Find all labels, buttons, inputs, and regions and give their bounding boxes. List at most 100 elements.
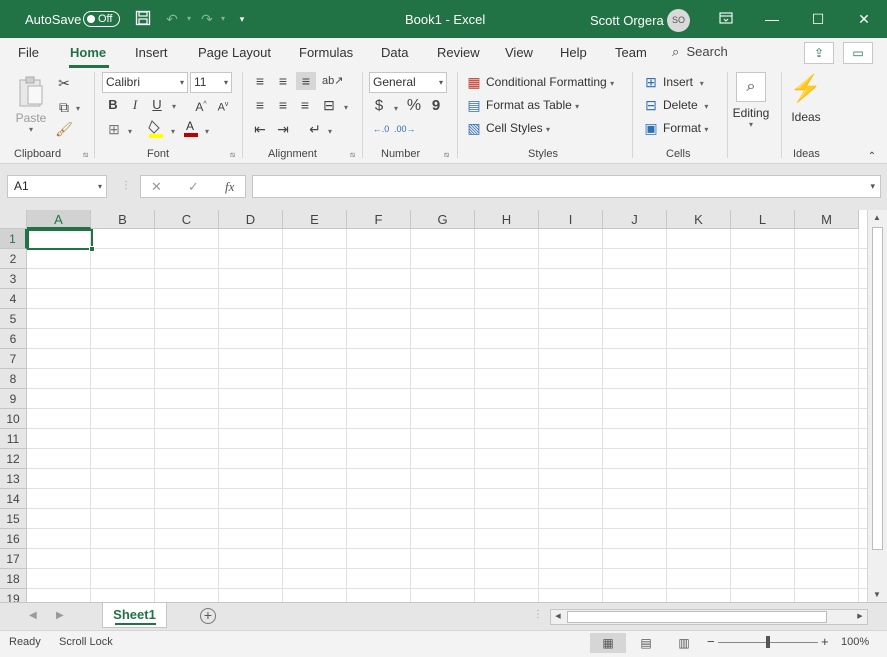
font-color-dropdown-icon[interactable]: ▾	[203, 123, 211, 141]
ideas-button[interactable]: ⚡ Ideas	[786, 72, 826, 128]
align-bottom-icon[interactable]: ≡	[296, 72, 316, 90]
horizontal-scroll-thumb[interactable]	[567, 611, 827, 623]
comma-button[interactable]: 9	[430, 97, 442, 115]
format-as-table-button[interactable]: Format as Table ▾	[486, 98, 579, 112]
increase-indent-icon[interactable]: ⇥	[274, 120, 292, 138]
add-sheet-button[interactable]: +	[200, 608, 216, 624]
next-sheet-icon[interactable]: ▶	[56, 610, 64, 621]
format-painter-icon[interactable]: 🖌	[55, 120, 73, 138]
zoom-out-button[interactable]: −	[707, 634, 715, 649]
copy-icon[interactable]: ⧉	[55, 98, 73, 116]
font-name-select[interactable]: Calibri ▾	[102, 72, 188, 93]
row-header[interactable]: 2	[0, 249, 27, 269]
underline-dropdown-icon[interactable]: ▾	[170, 98, 178, 116]
increase-decimal-icon[interactable]: ←.0	[371, 120, 391, 138]
row-header[interactable]: 5	[0, 309, 27, 329]
number-launcher-icon[interactable]: ⧅	[444, 150, 449, 160]
row-header[interactable]: 19	[0, 589, 27, 602]
copy-dropdown-icon[interactable]: ▾	[74, 100, 82, 118]
scroll-down-icon[interactable]: ▼	[869, 590, 885, 599]
increase-font-icon[interactable]: A^	[193, 96, 209, 116]
zoom-slider-thumb[interactable]	[766, 636, 770, 648]
insert-button[interactable]: Insert ▾	[663, 75, 704, 89]
search-box[interactable]: ⌕ Search	[672, 44, 728, 60]
decrease-indent-icon[interactable]: ⇤	[251, 120, 269, 138]
zoom-level[interactable]: 100%	[841, 636, 869, 648]
row-header[interactable]: 10	[0, 409, 27, 429]
underline-button[interactable]: U	[150, 96, 164, 114]
delete-button[interactable]: Delete ▾	[663, 98, 708, 112]
tab-help[interactable]: Help	[560, 45, 587, 60]
alignment-launcher-icon[interactable]: ⧅	[350, 150, 355, 160]
column-header[interactable]: K	[667, 210, 731, 229]
fill-color-dropdown-icon[interactable]: ▾	[169, 123, 177, 141]
expand-formula-icon[interactable]: ▾	[870, 176, 875, 197]
align-top-icon[interactable]: ≡	[251, 72, 269, 90]
font-launcher-icon[interactable]: ⧅	[230, 150, 235, 160]
vertical-scrollbar[interactable]: ▲ ▼	[867, 210, 887, 602]
name-box[interactable]: A1 ▾	[7, 175, 107, 198]
decrease-font-icon[interactable]: Av	[215, 96, 231, 117]
page-layout-view-icon[interactable]: ▤	[628, 633, 664, 653]
prev-sheet-icon[interactable]: ◀	[29, 610, 37, 621]
column-header[interactable]: I	[539, 210, 603, 229]
column-header[interactable]: L	[731, 210, 795, 229]
align-right-icon[interactable]: ≡	[296, 96, 314, 114]
row-header[interactable]: 4	[0, 289, 27, 309]
tab-review[interactable]: Review	[437, 45, 480, 60]
select-all-corner[interactable]	[0, 210, 27, 229]
row-header[interactable]: 3	[0, 269, 27, 289]
column-header[interactable]: F	[347, 210, 411, 229]
align-center-icon[interactable]: ≡	[274, 96, 292, 114]
wrap-dropdown-icon[interactable]: ▾	[326, 123, 334, 141]
undo-dropdown-icon[interactable]: ▾	[180, 10, 198, 28]
formula-input[interactable]: ▾	[252, 175, 881, 198]
paste-button[interactable]: Paste ▾	[10, 74, 52, 140]
scroll-left-icon[interactable]: ◀	[550, 612, 566, 620]
tab-view[interactable]: View	[505, 45, 533, 60]
cell-area[interactable]	[27, 229, 867, 602]
zoom-in-button[interactable]: +	[821, 634, 829, 649]
fill-handle[interactable]	[89, 246, 95, 252]
redo-dropdown-icon[interactable]: ▾	[214, 10, 232, 28]
close-icon[interactable]: ✕	[841, 0, 887, 38]
vertical-scroll-thumb[interactable]	[872, 227, 883, 550]
borders-dropdown-icon[interactable]: ▾	[126, 123, 134, 141]
cell-styles-button[interactable]: Cell Styles ▾	[486, 121, 550, 135]
editing-button[interactable]: ⌕ Editing ▾	[730, 72, 772, 142]
maximize-icon[interactable]: ☐	[795, 0, 841, 38]
scroll-up-icon[interactable]: ▲	[869, 213, 885, 222]
page-break-view-icon[interactable]: ▥	[666, 633, 702, 653]
decrease-decimal-icon[interactable]: .00→	[394, 120, 416, 138]
row-header[interactable]: 11	[0, 429, 27, 449]
user-name[interactable]: Scott Orgera	[590, 13, 664, 28]
merge-dropdown-icon[interactable]: ▾	[342, 99, 350, 117]
row-header[interactable]: 13	[0, 469, 27, 489]
tab-page-layout[interactable]: Page Layout	[198, 45, 271, 60]
row-header[interactable]: 18	[0, 569, 27, 589]
column-header[interactable]: J	[603, 210, 667, 229]
comments-button[interactable]: ▭	[843, 42, 873, 64]
tab-insert[interactable]: Insert	[135, 45, 168, 60]
wrap-text-icon[interactable]: ↵	[306, 120, 324, 138]
avatar[interactable]: SO	[667, 9, 690, 32]
row-header[interactable]: 9	[0, 389, 27, 409]
number-format-select[interactable]: General ▾	[369, 72, 447, 93]
undo-icon[interactable]: ↶	[163, 10, 181, 28]
row-header[interactable]: 16	[0, 529, 27, 549]
row-header[interactable]: 17	[0, 549, 27, 569]
currency-button[interactable]: $	[372, 97, 386, 115]
merge-center-icon[interactable]: ⊟	[320, 96, 338, 114]
column-header[interactable]: D	[219, 210, 283, 229]
font-size-select[interactable]: 11 ▾	[190, 72, 232, 93]
share-button[interactable]: ⇪	[804, 42, 834, 64]
minimize-icon[interactable]: —	[749, 0, 795, 38]
borders-icon[interactable]: ⊞	[106, 120, 122, 138]
column-header[interactable]: B	[91, 210, 155, 229]
row-header[interactable]: 6	[0, 329, 27, 349]
conditional-formatting-button[interactable]: Conditional Formatting ▾	[486, 75, 614, 89]
column-header[interactable]: A	[27, 210, 91, 229]
row-header[interactable]: 8	[0, 369, 27, 389]
row-header[interactable]: 14	[0, 489, 27, 509]
tab-team[interactable]: Team	[615, 45, 647, 60]
